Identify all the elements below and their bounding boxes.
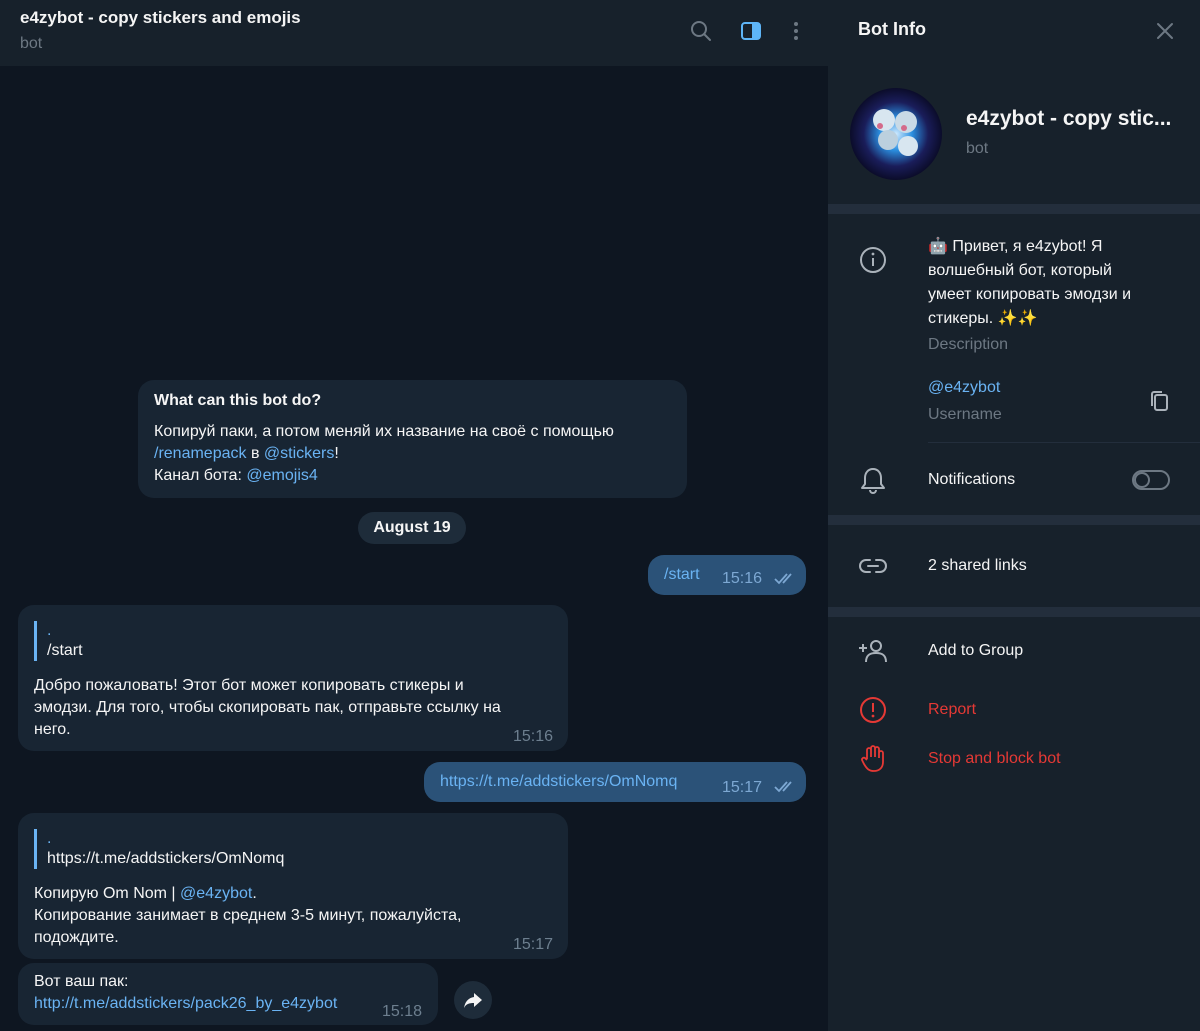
stop-block-label: Stop and block bot <box>928 750 1061 767</box>
chat-status: bot <box>20 35 43 52</box>
forward-icon <box>464 993 482 1008</box>
close-icon[interactable] <box>1152 18 1178 44</box>
bot-intro-heading: What can this bot do? <box>154 392 322 409</box>
date-separator: August 19 <box>358 512 466 544</box>
reply-quote[interactable]: . https://t.me/addstickers/OmNomq <box>34 829 284 869</box>
reply-text: https://t.me/addstickers/OmNomq <box>47 850 285 867</box>
description-line: умеет копировать эмодзи и <box>928 286 1132 303</box>
bell-icon <box>858 465 888 495</box>
reply-text: /start <box>47 642 83 659</box>
toggle-knob <box>1134 472 1150 488</box>
row-divider <box>928 442 1200 443</box>
bot-type: bot <box>966 140 989 157</box>
message-text-punct: . <box>252 885 257 902</box>
message-time: 15:17 <box>722 779 763 796</box>
avatar[interactable] <box>850 88 942 180</box>
description-line: волшебный бот, который <box>928 262 1112 279</box>
bot-info-panel: Bot Info e4zybot - copy stic... bot 🤖 Пр… <box>828 0 1200 1031</box>
bot-intro-text: Копируй паки, а потом меняй их название … <box>154 423 614 440</box>
reply-author: . <box>47 830 52 847</box>
notifications-toggle[interactable] <box>1132 470 1170 490</box>
renamepack-command-link[interactable]: /renamepack <box>154 445 247 462</box>
more-menu-icon[interactable] <box>783 18 809 44</box>
forward-button[interactable] <box>454 981 492 1019</box>
message-outgoing[interactable]: https://t.me/addstickers/OmNomq 15:17 <box>424 762 806 802</box>
message-time: 15:18 <box>382 1003 423 1020</box>
message-incoming[interactable]: Вот ваш пак: http://t.me/addstickers/pac… <box>18 963 438 1025</box>
sticker-pack-link[interactable]: http://t.me/addstickers/pack26_by_e4zybo… <box>34 993 337 1015</box>
report-icon <box>858 695 888 725</box>
chat-title[interactable]: e4zybot - copy stickers and emojis <box>20 8 301 28</box>
message-time: 15:16 <box>722 570 763 587</box>
message-incoming[interactable]: . https://t.me/addstickers/OmNomq Копиру… <box>18 813 568 959</box>
message-text-line: Копирование занимает в среднем 3-5 минут… <box>34 907 462 924</box>
reply-author: . <box>47 622 52 639</box>
sidebar-toggle-icon[interactable] <box>738 18 764 44</box>
description-line: стикеры. ✨✨ <box>928 310 1038 327</box>
channel-mention-link[interactable]: @emojis4 <box>246 467 317 484</box>
bot-name: e4zybot - copy stic... <box>966 107 1172 130</box>
add-to-group-label: Add to Group <box>928 642 1024 659</box>
chat-header[interactable]: e4zybot - copy stickers and emojis bot <box>0 0 828 66</box>
bot-channel-label: Канал бота: <box>154 467 247 484</box>
hand-stop-icon <box>858 744 888 774</box>
report-label: Report <box>928 701 977 718</box>
bot-intro-card: What can this bot do? Копируй паки, а по… <box>138 380 687 498</box>
add-user-icon <box>858 636 888 666</box>
bot-description: 🤖 Привет, я e4zybot! Я волшебный бот, ко… <box>928 235 1131 331</box>
link-icon <box>858 551 888 581</box>
message-time: 15:17 <box>513 936 554 953</box>
section-divider <box>828 204 1200 214</box>
message-text[interactable]: /start <box>664 564 700 586</box>
panel-title: Bot Info <box>858 19 926 39</box>
description-label: Description <box>928 336 1009 353</box>
double-check-icon <box>774 573 792 585</box>
message-text-line: него. <box>34 721 71 738</box>
search-icon[interactable] <box>688 18 714 44</box>
message-time: 15:16 <box>513 728 554 745</box>
username-label: Username <box>928 406 1002 423</box>
reply-quote[interactable]: . /start <box>34 621 83 661</box>
description-line: 🤖 Привет, я e4zybot! Я <box>928 238 1103 255</box>
bot-intro-in: в <box>246 445 264 462</box>
username-link[interactable]: @e4zybot <box>928 376 1000 400</box>
message-outgoing[interactable]: /start 15:16 <box>648 555 806 595</box>
info-icon <box>858 245 888 275</box>
bot-mention-link[interactable]: @e4zybot <box>180 885 252 902</box>
section-divider <box>828 607 1200 617</box>
message-link[interactable]: https://t.me/addstickers/OmNomq <box>440 771 677 793</box>
chat-area: e4zybot - copy stickers and emojis bot W… <box>0 0 828 1031</box>
notifications-label: Notifications <box>928 471 1016 488</box>
message-text-line: подождите. <box>34 929 119 946</box>
message-incoming[interactable]: . /start Добро пожаловать! Этот бот може… <box>18 605 568 751</box>
section-divider <box>828 515 1200 525</box>
message-text-line: Вот ваш пак: <box>34 973 129 990</box>
message-text-line: Добро пожаловать! Этот бот может копиров… <box>34 677 464 694</box>
shared-links-label: 2 shared links <box>928 557 1027 574</box>
stickers-mention-link[interactable]: @stickers <box>264 445 334 462</box>
message-text-line: Копирую Om Nom | <box>34 885 181 902</box>
bot-intro-excl: ! <box>334 445 339 462</box>
message-text-line: эмодзи. Для того, чтобы скопировать пак,… <box>34 699 501 716</box>
copy-icon[interactable] <box>1144 386 1174 416</box>
double-check-icon <box>774 781 792 793</box>
